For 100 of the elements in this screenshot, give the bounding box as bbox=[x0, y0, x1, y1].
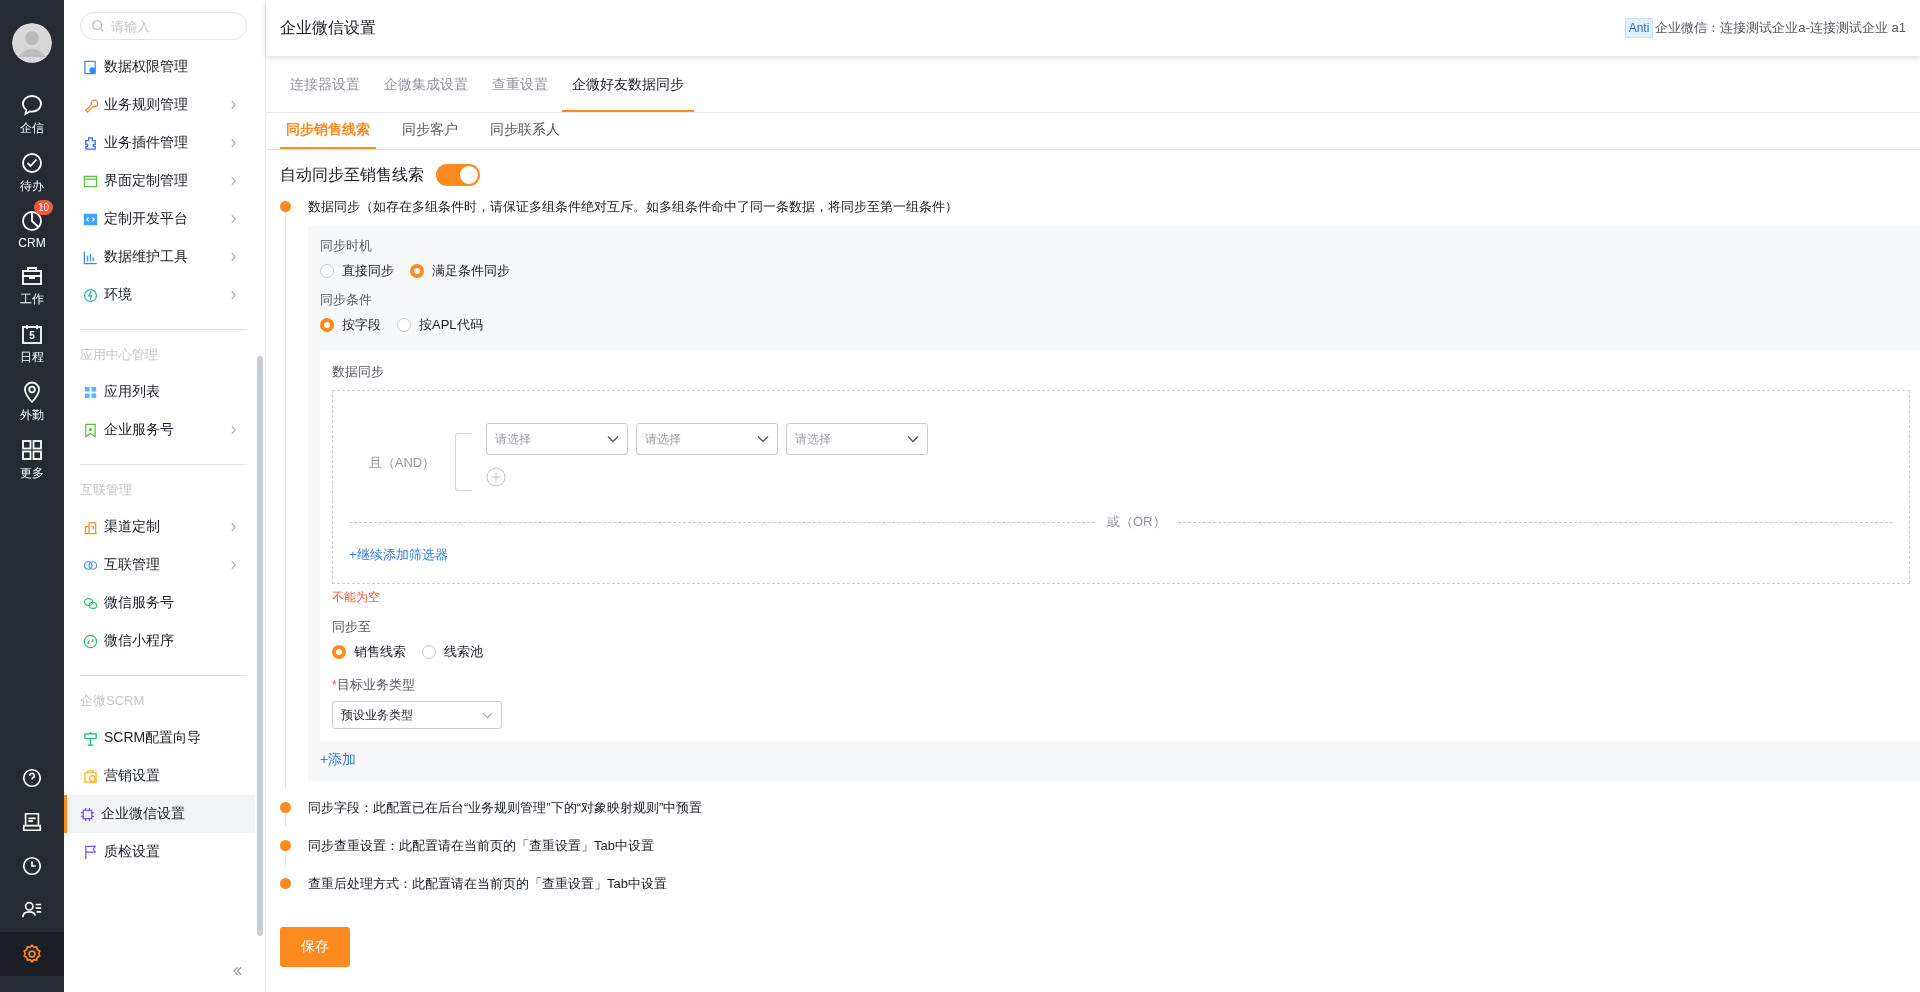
radio-button[interactable] bbox=[332, 645, 346, 659]
wrench-icon bbox=[83, 97, 98, 113]
chevron-down-icon bbox=[757, 435, 769, 443]
page-title: 企业微信设置 bbox=[280, 17, 376, 38]
radio-label: 满足条件同步 bbox=[432, 262, 510, 280]
account-tag: Anti bbox=[1624, 18, 1654, 38]
flag-icon bbox=[83, 844, 98, 860]
sidebar-item[interactable]: 应用列表 bbox=[64, 373, 255, 411]
add-link[interactable]: +添加 bbox=[320, 751, 357, 767]
sidebar-item[interactable]: 质检设置 bbox=[64, 833, 255, 871]
calendar-nav-item[interactable]: 5 日程 bbox=[0, 312, 64, 366]
toggle-switch[interactable] bbox=[436, 164, 480, 186]
card-title: 数据同步 bbox=[332, 363, 385, 381]
chat-icon bbox=[83, 595, 98, 611]
lightning-icon bbox=[83, 287, 98, 303]
section-title: 企微SCRM bbox=[79, 692, 146, 710]
radio-label: 线索池 bbox=[444, 643, 483, 661]
calendar-day: 5 bbox=[20, 330, 44, 342]
sidebar-item[interactable]: 业务插件管理 bbox=[64, 124, 255, 162]
briefcase-icon bbox=[83, 768, 98, 784]
sidebar-item[interactable]: 数据维护工具 bbox=[64, 238, 255, 276]
clock-icon bbox=[21, 855, 43, 877]
puzzle-icon bbox=[83, 135, 98, 151]
toggle-label: 自动同步至销售线索 bbox=[280, 164, 424, 185]
radio-button[interactable] bbox=[320, 318, 334, 332]
radio-label: 直接同步 bbox=[342, 262, 394, 280]
briefcase-nav-item[interactable]: 工作 bbox=[0, 254, 64, 308]
grid-nav-item[interactable]: 更多 bbox=[0, 428, 64, 482]
settings-nav-button[interactable] bbox=[0, 932, 64, 976]
sidebar-item[interactable]: 环境 bbox=[64, 276, 255, 314]
select-field[interactable]: 预设业务类型 bbox=[332, 701, 502, 729]
notification-badge: 10 bbox=[34, 200, 54, 215]
subtab[interactable]: 同步联系人 bbox=[484, 113, 566, 149]
field-label: 同步至 bbox=[332, 618, 372, 636]
radio-button[interactable] bbox=[410, 264, 424, 278]
add-condition-icon[interactable] bbox=[486, 467, 506, 487]
location-pin-nav-item[interactable]: 外勤 bbox=[0, 370, 64, 424]
link-icon bbox=[83, 633, 98, 649]
sidebar-item[interactable]: 数据权限管理 bbox=[64, 48, 255, 86]
step-text: 同步字段：此配置已在后台“业务规则管理”下的“对象映射规则”中预置 bbox=[308, 799, 704, 817]
settings-icon bbox=[21, 943, 43, 965]
radio-label: 按字段 bbox=[342, 316, 381, 334]
sidebar-item[interactable]: 企业微信设置 bbox=[64, 795, 255, 833]
sidebar-item[interactable]: 界面定制管理 bbox=[64, 162, 255, 200]
chip-icon bbox=[80, 806, 95, 822]
sidebar-item[interactable]: 渠道定制 bbox=[64, 508, 255, 546]
avatar[interactable] bbox=[12, 23, 52, 63]
chevron-down-icon bbox=[607, 435, 619, 443]
step-text: 同步查重设置：此配置请在当前页的「查重设置」Tab中设置 bbox=[308, 837, 655, 855]
chevron-down-icon bbox=[907, 435, 919, 443]
sidebar-item[interactable]: 企业服务号 bbox=[64, 411, 255, 449]
calendar-icon bbox=[20, 322, 44, 346]
step-dot bbox=[279, 840, 291, 851]
scrollbar[interactable] bbox=[257, 356, 263, 936]
tab[interactable]: 企微好友数据同步 bbox=[562, 60, 694, 112]
radio-button[interactable] bbox=[320, 264, 334, 278]
grid-icon bbox=[83, 384, 98, 400]
step-dot bbox=[279, 878, 291, 889]
radio-label: 按APL代码 bbox=[419, 316, 483, 334]
sidebar-item[interactable]: 定制开发平台 bbox=[64, 200, 255, 238]
sidebar-item[interactable]: SCRM配置向导 bbox=[64, 719, 255, 757]
sidebar-item[interactable]: 业务规则管理 bbox=[64, 86, 255, 124]
search-field[interactable]: 请输入 bbox=[111, 18, 236, 34]
field-label: 目标业务类型 bbox=[336, 676, 415, 694]
bar-chart-icon bbox=[83, 249, 98, 265]
or-label: 或（OR） bbox=[1107, 513, 1166, 531]
radio-button[interactable] bbox=[422, 645, 436, 659]
field-label: 同步条件 bbox=[320, 291, 373, 309]
check-circle-icon bbox=[20, 151, 44, 175]
sidebar-item[interactable]: 互联管理 bbox=[64, 546, 255, 584]
code-icon bbox=[83, 211, 98, 227]
field-label: 同步时机 bbox=[320, 237, 373, 255]
briefcase-icon bbox=[20, 264, 44, 288]
step-dot bbox=[279, 201, 291, 212]
step-text: 数据同步（如存在多组条件时，请保证多组条件绝对互斥。如多组条件命中了同一条数据，将同步至第一组条件） bbox=[308, 198, 959, 216]
sidebar-item[interactable]: 微信服务号 bbox=[64, 584, 255, 622]
chat-bubble-nav-item[interactable]: 企信 bbox=[0, 83, 64, 137]
pie-chart-nav-item[interactable]: 10 CRM bbox=[0, 199, 64, 250]
chat-bubble-icon bbox=[20, 93, 44, 117]
sidebar-item[interactable]: 营销设置 bbox=[64, 757, 255, 795]
add-filter-link[interactable]: +继续添加筛选器 bbox=[349, 547, 448, 562]
chevron-down-icon bbox=[482, 711, 493, 719]
required-mark: * bbox=[332, 677, 337, 694]
radio-label: 销售线索 bbox=[354, 643, 406, 661]
search-icon bbox=[91, 19, 105, 33]
collapse-icon[interactable] bbox=[232, 966, 243, 976]
subtab[interactable]: 同步客户 bbox=[396, 113, 464, 149]
document-icon bbox=[83, 59, 98, 75]
check-circle-nav-item[interactable]: 待办 bbox=[0, 141, 64, 195]
window-icon bbox=[83, 173, 98, 189]
grid-icon bbox=[20, 438, 44, 462]
pie-chart-icon bbox=[20, 209, 44, 233]
radio-option[interactable]: 直接同步 bbox=[320, 262, 394, 280]
bookmark-icon bbox=[83, 422, 98, 438]
sidebar-item[interactable]: 微信小程序 bbox=[64, 622, 255, 660]
step-text: 查重后处理方式：此配置请在当前页的「查重设置」Tab中设置 bbox=[308, 875, 668, 893]
radio-button[interactable] bbox=[397, 318, 411, 332]
step-dot bbox=[279, 802, 291, 813]
help-icon bbox=[21, 767, 43, 789]
radio-option[interactable]: 满足条件同步 bbox=[410, 262, 510, 280]
